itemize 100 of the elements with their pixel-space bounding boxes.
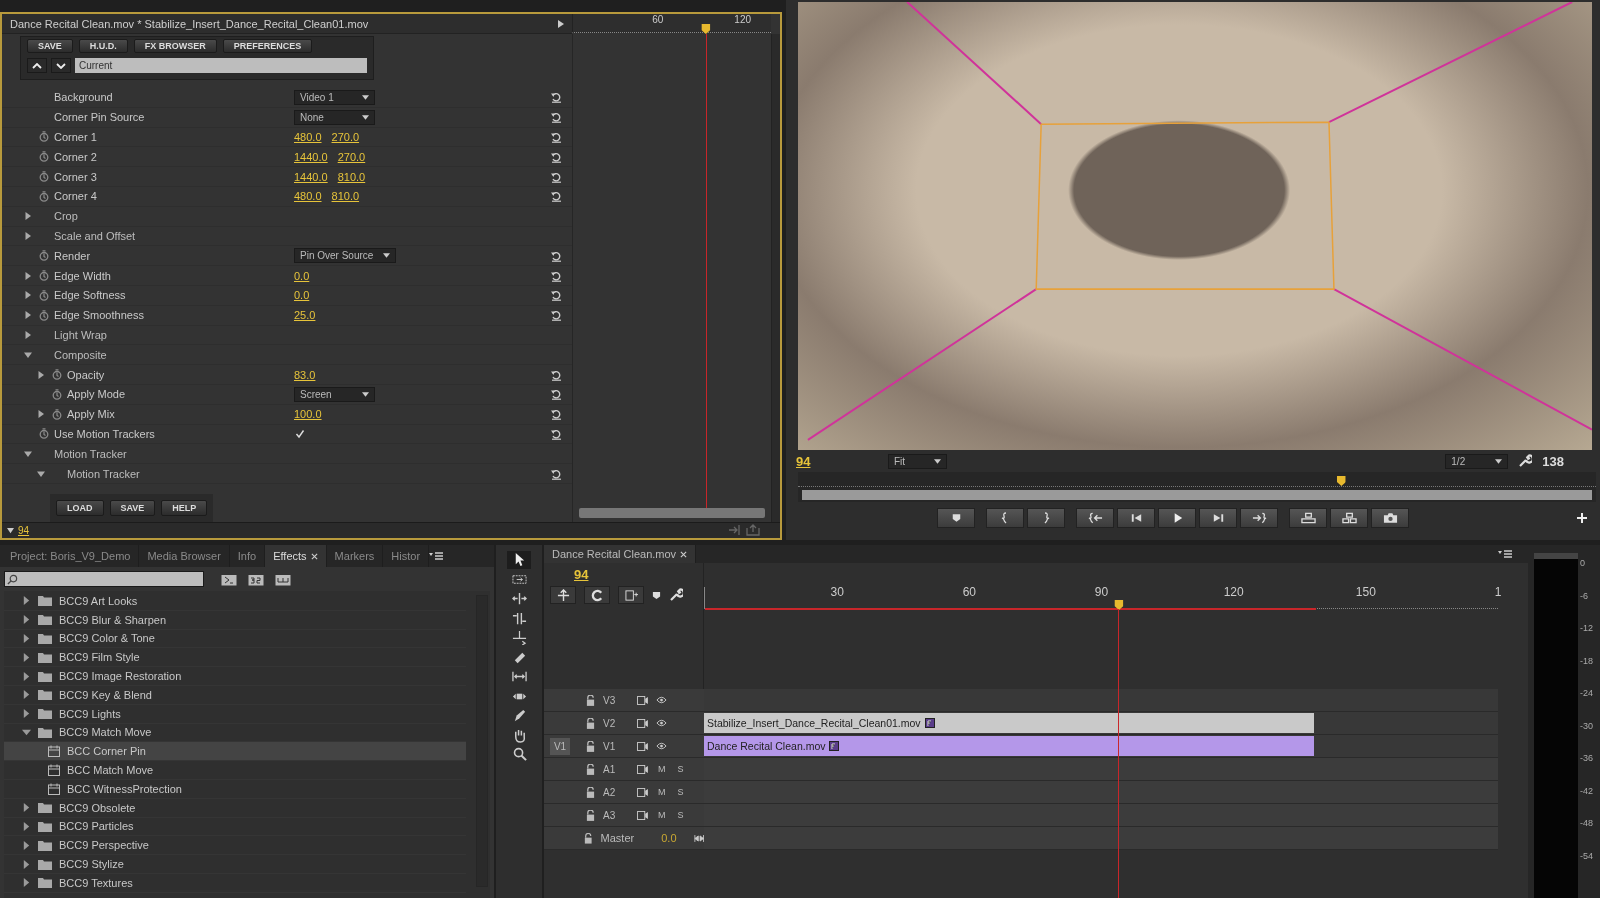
expand-triangle-icon[interactable]: [22, 652, 31, 662]
playhead-handle[interactable]: [1336, 476, 1346, 486]
footer-button[interactable]: SAVE: [109, 499, 156, 516]
panel-menu-icon[interactable]: [429, 552, 444, 560]
effects-tree-item[interactable]: BCC WitnessProtection: [4, 779, 466, 799]
lock-icon[interactable]: [586, 763, 595, 775]
stopwatch-icon[interactable]: [52, 388, 62, 400]
reset-icon[interactable]: [550, 150, 562, 163]
video-clip[interactable]: Stabilize_Insert_Dance_Recital_Clean01.mov: [704, 713, 1314, 733]
zoom-dropdown[interactable]: Fit: [888, 453, 947, 469]
eye-icon[interactable]: [656, 742, 667, 750]
parameter-value[interactable]: 100.0: [294, 408, 322, 421]
film-icon[interactable]: [637, 787, 648, 797]
expand-triangle-icon[interactable]: [22, 709, 31, 719]
track-label[interactable]: V2: [603, 717, 629, 729]
reset-icon[interactable]: [550, 408, 562, 421]
lock-icon[interactable]: [586, 809, 595, 821]
film-icon[interactable]: [637, 741, 648, 751]
timecode[interactable]: 94: [574, 567, 589, 582]
panel-tab[interactable]: Media Browser: [139, 545, 230, 567]
step-forward-button[interactable]: [1199, 508, 1237, 528]
bowtie-icon[interactable]: [693, 833, 704, 843]
panel-tab[interactable]: Histor: [383, 545, 430, 567]
expand-triangle-icon[interactable]: [24, 330, 32, 339]
go-to-in-button[interactable]: [1076, 508, 1114, 528]
lock-icon[interactable]: [586, 694, 595, 706]
effects-tree-item[interactable]: BCC9 Film Style: [4, 648, 466, 668]
solo-button[interactable]: S: [675, 787, 686, 797]
collapse-triangle-icon[interactable]: [24, 350, 32, 359]
master-volume-value[interactable]: 0.0: [661, 832, 686, 844]
step-back-button[interactable]: [1117, 508, 1155, 528]
go-to-out-button[interactable]: [1240, 508, 1278, 528]
eye-icon[interactable]: [656, 696, 667, 704]
panel-tab[interactable]: Markers: [326, 545, 384, 567]
reset-icon[interactable]: [550, 170, 562, 183]
reset-icon[interactable]: [550, 190, 562, 203]
search-field[interactable]: [4, 571, 204, 587]
track-label[interactable]: A2: [603, 786, 629, 798]
stopwatch-icon[interactable]: [39, 428, 49, 440]
expand-triangle-icon[interactable]: [22, 596, 31, 606]
toolbar-button[interactable]: H.U.D.: [78, 39, 128, 53]
parameter-value[interactable]: 810.0: [337, 170, 366, 183]
toolbar-button[interactable]: FX BROWSER: [133, 39, 217, 53]
expand-triangle-icon[interactable]: [22, 821, 31, 831]
stopwatch-icon[interactable]: [39, 171, 49, 183]
parameter-value[interactable]: 480.0: [294, 190, 322, 203]
collapse-triangle-icon[interactable]: [24, 449, 32, 458]
parameter-value[interactable]: 0.0: [294, 269, 310, 282]
checkbox[interactable]: [294, 428, 305, 440]
accelerated-effects-icon[interactable]: [221, 572, 237, 586]
expand-triangle-icon[interactable]: [22, 690, 31, 700]
reset-icon[interactable]: [550, 368, 562, 381]
share-icon[interactable]: [746, 524, 760, 537]
source-patch[interactable]: V1: [549, 737, 571, 755]
expand-triangle-icon[interactable]: [24, 231, 32, 240]
stopwatch-icon[interactable]: [39, 190, 49, 202]
effects-tree-item[interactable]: BCC Corner Pin: [4, 742, 466, 762]
parameter-dropdown[interactable]: None: [294, 109, 375, 125]
parameter-value[interactable]: 270.0: [331, 131, 360, 143]
add-marker-button[interactable]: [618, 586, 644, 604]
scrubber-bar[interactable]: [798, 472, 1596, 502]
expand-triangle-icon[interactable]: [22, 671, 31, 681]
marker-icon[interactable]: [652, 590, 661, 600]
add-icon[interactable]: [1576, 512, 1588, 524]
parameter-value[interactable]: 270.0: [337, 150, 366, 163]
effects-tree-item[interactable]: BCC9 Lights: [4, 704, 466, 724]
marker-button[interactable]: [937, 508, 975, 528]
expand-triangle-icon[interactable]: [24, 271, 32, 280]
panel-tab[interactable]: Effects: [265, 545, 327, 567]
close-icon[interactable]: [310, 552, 318, 560]
parameter-value[interactable]: 25.0: [294, 309, 316, 322]
film-icon[interactable]: [637, 718, 648, 728]
expand-triangle-icon[interactable]: [22, 859, 31, 869]
mark-in-button[interactable]: [986, 508, 1024, 528]
play-button[interactable]: [1158, 508, 1196, 528]
solo-button[interactable]: S: [675, 810, 686, 820]
lock-icon[interactable]: [586, 740, 595, 752]
parameter-value[interactable]: 810.0: [331, 190, 360, 203]
stopwatch-icon[interactable]: [39, 131, 49, 143]
panel-tab[interactable]: Project: Boris_V9_Demo: [2, 545, 140, 567]
wrench-icon[interactable]: [669, 588, 683, 602]
insert-button[interactable]: [1289, 508, 1327, 528]
reset-icon[interactable]: [550, 269, 562, 282]
playhead-handle[interactable]: [1114, 600, 1124, 610]
track-label[interactable]: A3: [603, 809, 629, 821]
reset-icon[interactable]: [550, 309, 562, 322]
stopwatch-icon[interactable]: [39, 309, 49, 321]
resolution-dropdown[interactable]: 1/2: [1445, 453, 1509, 469]
reset-icon[interactable]: [550, 427, 562, 440]
track-label[interactable]: V3: [603, 694, 629, 706]
32-bit-effects-icon[interactable]: [248, 572, 264, 586]
expand-triangle-icon[interactable]: [37, 410, 45, 419]
mute-button[interactable]: M: [656, 764, 668, 774]
effects-tree-item[interactable]: BCC9 Image Restoration: [4, 667, 466, 686]
mute-button[interactable]: M: [656, 810, 668, 820]
reset-icon[interactable]: [550, 467, 562, 480]
lock-icon[interactable]: [584, 832, 593, 844]
reset-icon[interactable]: [550, 131, 562, 143]
effects-tree-item[interactable]: BCC9 Textures: [4, 873, 466, 893]
effects-tree-item[interactable]: BCC9 Key & Blend: [4, 686, 466, 705]
